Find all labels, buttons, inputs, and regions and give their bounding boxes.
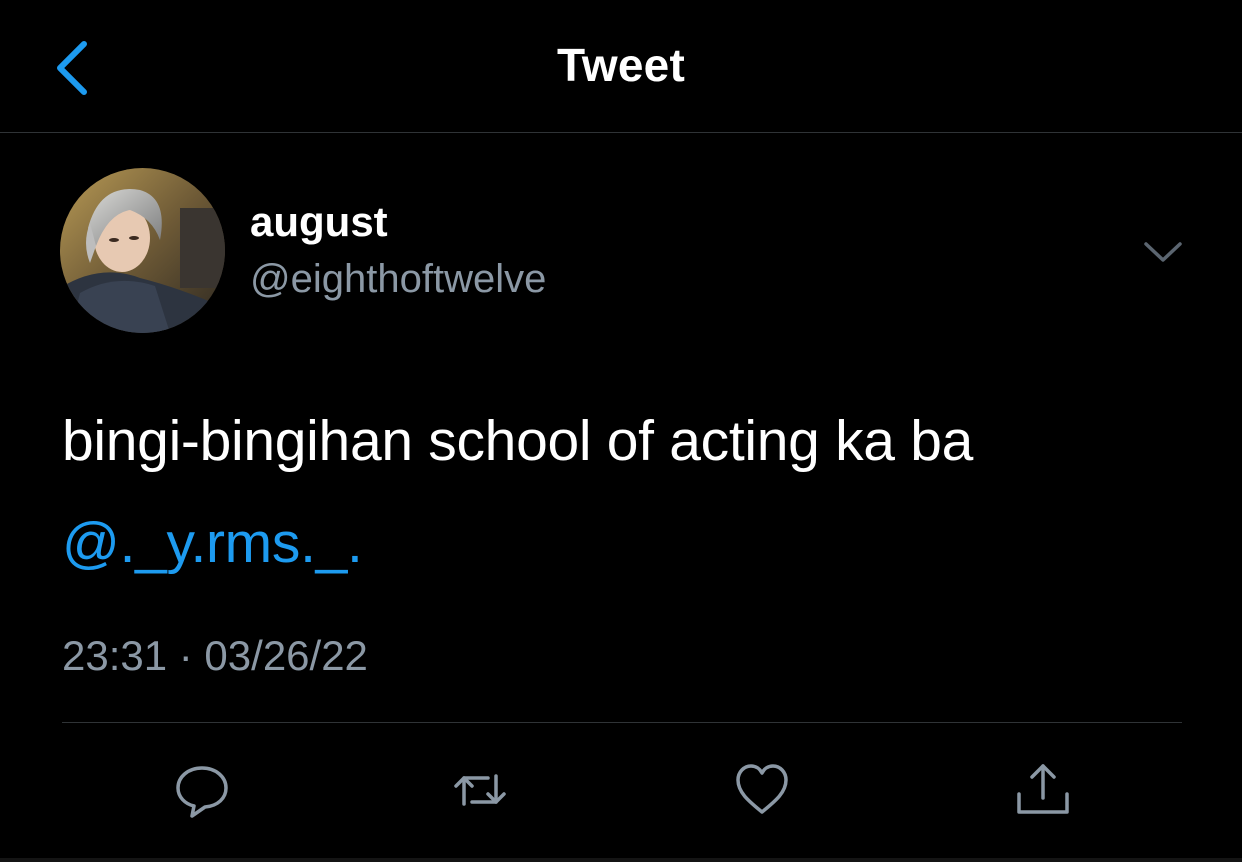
tweet-text: bingi-bingihan school of acting ka ba @.… xyxy=(62,390,1202,594)
chevron-down-icon xyxy=(1144,242,1182,262)
mention-link[interactable]: @._y.rms._. xyxy=(62,492,1202,594)
reply-button[interactable] xyxy=(172,760,232,820)
avatar[interactable] xyxy=(60,168,225,333)
share-button[interactable] xyxy=(1013,760,1073,820)
divider xyxy=(62,722,1182,723)
author-handle[interactable]: @eighthoftwelve xyxy=(250,257,546,302)
tweet-timestamp: 23:31 · 03/26/22 xyxy=(62,632,368,679)
page-title: Tweet xyxy=(557,39,685,91)
retweet-button[interactable] xyxy=(450,760,510,820)
tweet-options-button[interactable] xyxy=(1140,232,1186,272)
author-display-name[interactable]: august xyxy=(250,198,388,246)
retweet-icon xyxy=(454,774,506,806)
like-icon xyxy=(736,764,788,814)
tweet-text-content: bingi-bingihan school of acting ka ba xyxy=(62,409,974,473)
like-button[interactable] xyxy=(732,760,792,820)
share-icon xyxy=(1017,764,1069,814)
reply-icon xyxy=(176,766,228,818)
bottom-divider xyxy=(0,858,1242,862)
profile-photo xyxy=(60,168,225,333)
navigation-bar: Tweet xyxy=(0,0,1242,133)
